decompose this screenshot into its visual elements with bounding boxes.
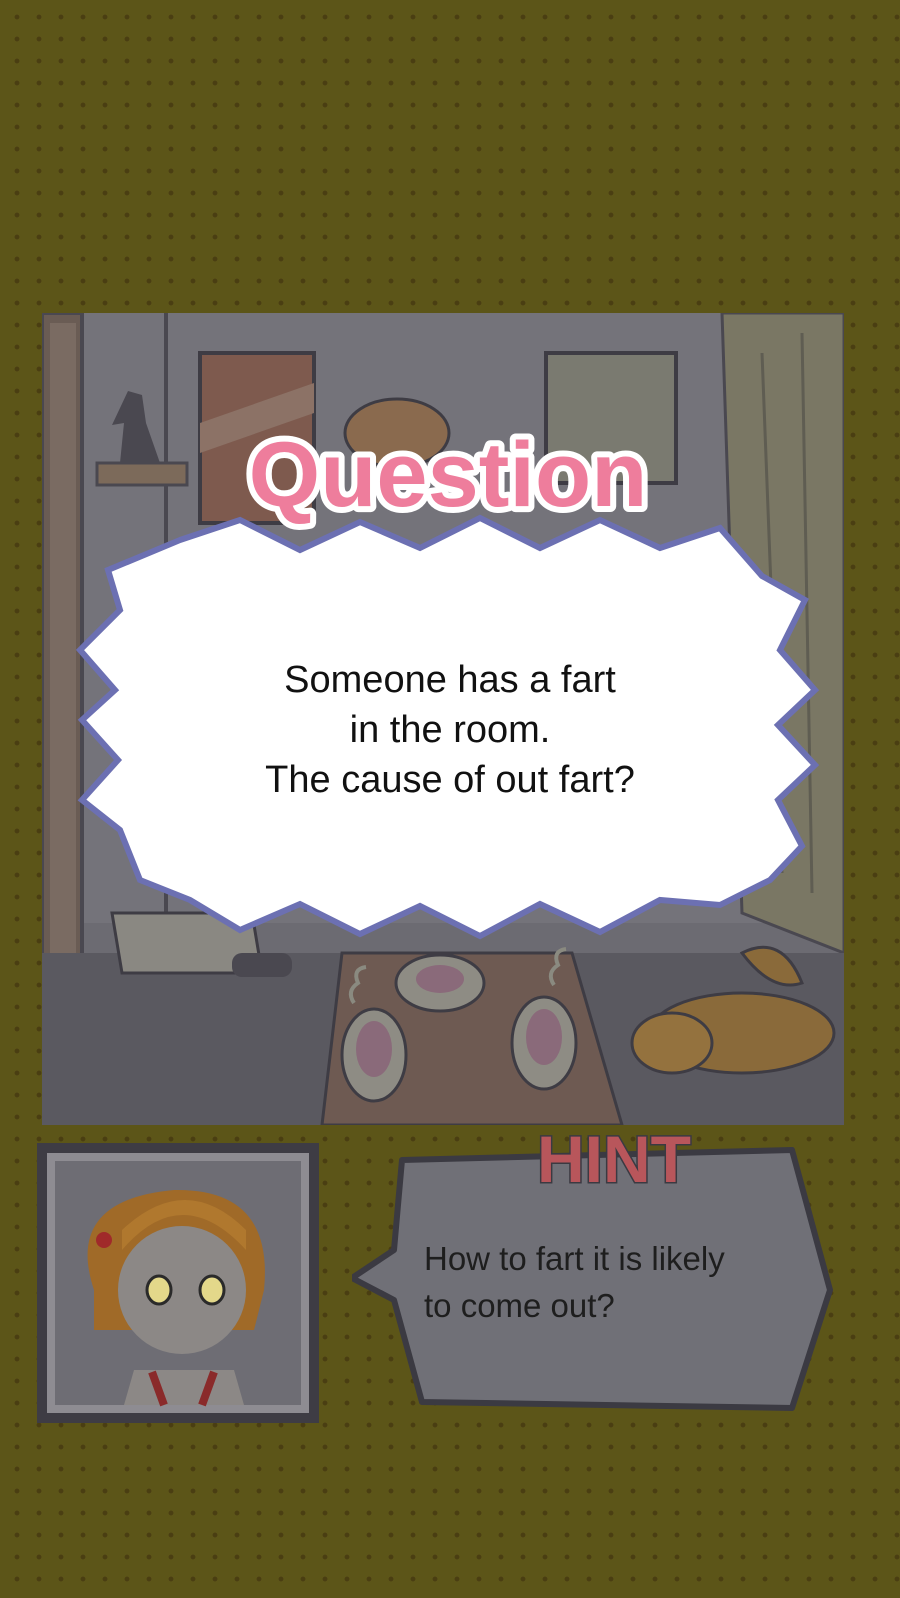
question-title: Question [249, 424, 648, 526]
question-text: Someone has a fart in the room. The caus… [265, 659, 635, 801]
